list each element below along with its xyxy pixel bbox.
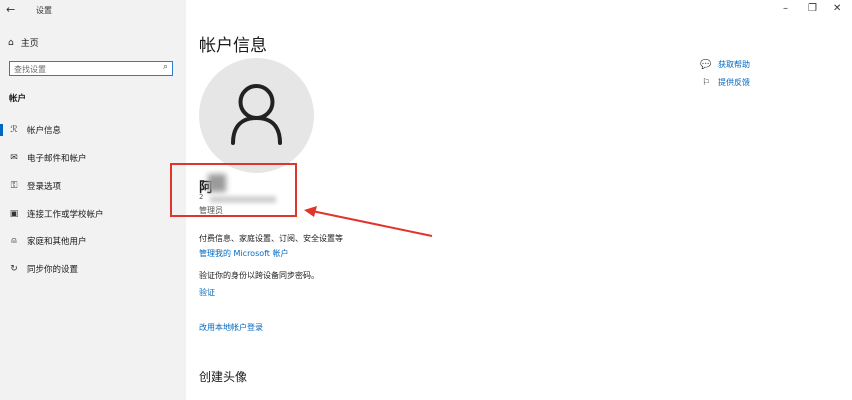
sidebar-item-work-school[interactable]: ▣ 连接工作或学校帐户 (0, 205, 186, 223)
briefcase-icon: ▣ (9, 209, 19, 219)
sync-icon: ↻ (10, 264, 18, 274)
create-avatar-title: 创建头像 (199, 370, 248, 384)
highlight-box (170, 163, 297, 217)
sidebar-item-account-info[interactable]: ℛ 帐户信息 (0, 121, 186, 139)
billing-text: 付费信息、家庭设置、订阅、安全设置等 (199, 234, 343, 243)
sidebar-item-label: 连接工作或学校帐户 (27, 210, 104, 220)
mail-icon: ✉ (10, 153, 18, 163)
page-title: 帐户信息 (199, 36, 267, 56)
restore-button[interactable]: ❐ (808, 3, 817, 14)
feedback-label: 提供反馈 (718, 78, 750, 87)
sidebar-item-family[interactable]: ⍝ 家庭和其他用户 (0, 232, 186, 250)
back-arrow-icon[interactable]: ← (6, 3, 15, 16)
get-help-label: 获取帮助 (718, 60, 750, 69)
manage-account-link[interactable]: 管理我的 Microsoft 帐户 (199, 248, 289, 259)
minimize-button[interactable]: – (783, 3, 788, 14)
sidebar: ← 设置 ⌂ 主页 查找设置 ⌕ 帐户 ℛ 帐户信息 ✉ 电子邮件和帐户 ⚿ 登… (0, 0, 186, 400)
verify-text: 验证你的身份以跨设备同步密码。 (199, 271, 319, 280)
chat-help-icon: 💬 (700, 59, 712, 70)
home-label: 主页 (20, 39, 39, 49)
app-title: 设置 (36, 6, 52, 15)
person-add-icon: ⍝ (11, 236, 17, 246)
sidebar-home[interactable]: ⌂ 主页 (8, 36, 39, 50)
get-help-link[interactable]: 💬 获取帮助 (700, 59, 750, 70)
sidebar-item-label: 同步你的设置 (27, 265, 79, 275)
person-icon (231, 84, 282, 145)
feedback-icon: ⚐ (701, 77, 711, 88)
person-list-icon: ℛ (10, 125, 18, 135)
search-placeholder: 查找设置 (14, 65, 46, 74)
sidebar-item-label: 家庭和其他用户 (27, 237, 87, 247)
verify-link[interactable]: 验证 (199, 287, 215, 298)
sidebar-item-email[interactable]: ✉ 电子邮件和帐户 (0, 149, 186, 167)
sidebar-item-label: 电子邮件和帐户 (27, 154, 87, 164)
section-title: 帐户 (9, 94, 27, 104)
search-icon[interactable]: ⌕ (163, 62, 168, 72)
search-input[interactable]: 查找设置 ⌕ (9, 61, 173, 76)
sidebar-item-label: 帐户信息 (27, 126, 62, 136)
feedback-link[interactable]: ⚐ 提供反馈 (700, 77, 750, 88)
home-icon: ⌂ (8, 37, 14, 48)
key-icon: ⚿ (10, 181, 18, 191)
avatar (199, 58, 314, 173)
close-button[interactable]: ✕ (833, 3, 841, 14)
sidebar-item-sign-in[interactable]: ⚿ 登录选项 (0, 177, 186, 195)
sidebar-item-label: 登录选项 (27, 182, 62, 192)
local-login-link[interactable]: 改用本地帐户登录 (199, 322, 263, 333)
sidebar-item-sync[interactable]: ↻ 同步你的设置 (0, 260, 186, 278)
